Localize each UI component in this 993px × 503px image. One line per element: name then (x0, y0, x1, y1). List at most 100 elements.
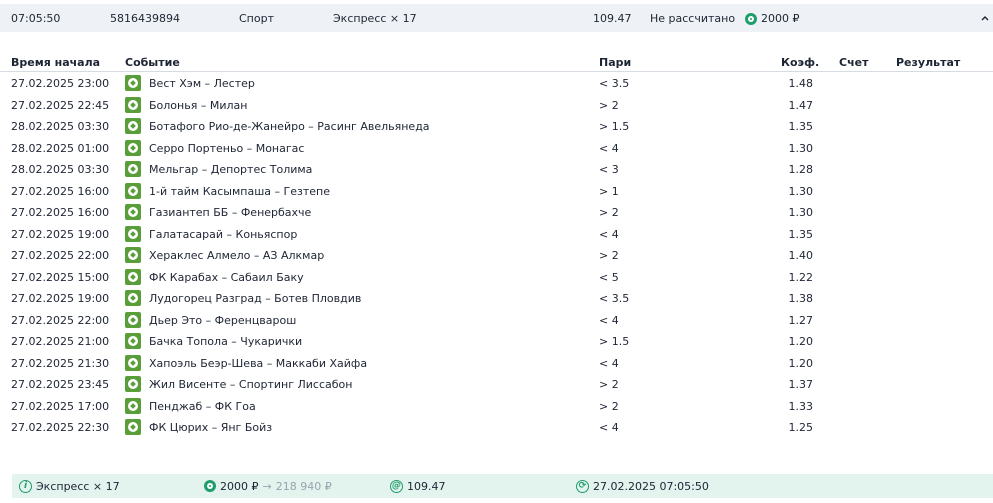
soccer-ball-icon (125, 354, 141, 371)
soccer-ball-icon (125, 161, 141, 177)
table-row: 27.02.2025 16:00 1-й тайм Касымпаша – Гез… (0, 180, 993, 202)
row-event: Пенджаб – ФК Гоа (149, 399, 256, 413)
row-time: 27.02.2025 19:00 (11, 292, 110, 305)
soccer-ball-icon (125, 204, 141, 220)
row-time: 28.02.2025 03:30 (11, 120, 110, 133)
footer-date-value: 27.02.2025 07:05:50 (593, 479, 709, 493)
row-coef: 1.38 (788, 292, 814, 305)
row-event: Бачка Топола – Чукарички (149, 335, 303, 348)
row-coef: 1.22 (788, 270, 814, 284)
row-coef: 1.28 (788, 163, 814, 176)
table-row: 27.02.2025 21:30 Хапоэль Беэр-Шева – Макк… (0, 352, 993, 374)
table-row: 28.02.2025 01:00 Серро Портеньо – Монагас… (0, 137, 993, 159)
header-bet: Пари (599, 56, 632, 69)
soccer-ball-icon (125, 182, 141, 199)
row-time: 27.02.2025 22:30 (11, 421, 110, 434)
row-event: Ботафого Рио-де-Жанейро – Расинг Авельян… (149, 120, 430, 133)
footer-coef-value: 109.47 (407, 479, 446, 493)
bet-type: Экспресс × 17 (333, 12, 417, 25)
header-coef: Коэф. (781, 56, 820, 69)
row-bet: > 1.5 (599, 120, 630, 133)
table-row: 27.02.2025 19:00 Галатасарай – Коньяспор <… (0, 223, 993, 245)
soccer-ball-icon (125, 118, 141, 134)
row-bet: > 2 (599, 98, 619, 112)
row-time: 27.02.2025 22:00 (11, 249, 110, 262)
row-event: 1-й тайм Касымпаша – Гезтепе (149, 184, 330, 198)
row-event: Хераклес Алмело – АЗ Алкмар (149, 249, 325, 262)
header-event: Событие (125, 56, 180, 69)
row-bet: > 2 (599, 378, 619, 391)
table-row: 28.02.2025 03:30 Мельгар – Депортес Толим… (0, 158, 993, 180)
row-bet: < 4 (599, 421, 619, 434)
row-time: 27.02.2025 22:00 (11, 313, 110, 327)
table-row: 27.02.2025 21:00 Бачка Топола – Чукарички… (0, 330, 993, 352)
row-coef: 1.48 (788, 77, 814, 90)
soccer-ball-icon (125, 96, 141, 113)
row-coef: 1.40 (788, 249, 814, 262)
row-coef: 1.20 (788, 335, 814, 348)
row-time: 27.02.2025 22:45 (11, 98, 110, 112)
header-score: Счет (839, 56, 869, 69)
row-event: Галатасарай – Коньяспор (149, 227, 298, 241)
row-bet: < 4 (599, 356, 619, 370)
bet-summary-bar[interactable]: 07:05:50 5816439894 Спорт Экспресс × 17 … (0, 4, 993, 32)
row-coef: 1.20 (788, 356, 814, 370)
table-row: 27.02.2025 22:30 ФК Цюрих – Янг Бойз < 4 1.… (0, 416, 993, 438)
table-row: 27.02.2025 23:45 Жил Висенте – Спортинг Л… (0, 373, 993, 395)
row-time: 28.02.2025 03:30 (11, 163, 110, 176)
row-time: 27.02.2025 16:00 (11, 206, 110, 219)
table-row: 27.02.2025 19:00 Лудогорец Разград – Боте… (0, 287, 993, 309)
footer-type-label: Экспресс × 17 (36, 479, 120, 493)
table-row: 28.02.2025 03:30 Ботафого Рио-де-Жанейро … (0, 115, 993, 137)
bet-status: Не рассчитано (650, 12, 736, 25)
row-event: Серро Портеньо – Монагас (149, 141, 305, 155)
arrow-right-icon: → (262, 479, 272, 493)
table-row: 27.02.2025 23:00 Вест Хэм – Лестер < 3.5 1.… (0, 72, 993, 94)
soccer-ball-icon (125, 311, 141, 328)
bet-stake: 2000 ₽ (745, 12, 800, 25)
coin-icon (204, 480, 216, 492)
row-event: ФК Цюрих – Янг Бойз (149, 421, 273, 434)
soccer-ball-icon (125, 333, 141, 349)
footer-coef: @ 109.47 (390, 474, 446, 498)
row-event: Мельгар – Депортес Толима (149, 163, 313, 176)
soccer-ball-icon (125, 268, 141, 285)
row-time: 28.02.2025 01:00 (11, 141, 110, 155)
chevron-up-icon[interactable] (980, 9, 990, 27)
soccer-ball-icon (125, 139, 141, 156)
row-time: 27.02.2025 21:00 (11, 335, 110, 348)
row-bet: < 3.5 (599, 77, 630, 90)
row-time: 27.02.2025 23:45 (11, 378, 110, 391)
table-row: 27.02.2025 22:00 Дьер Это – Ференцварош < … (0, 309, 993, 331)
bet-sport: Спорт (239, 12, 274, 25)
at-icon: @ (390, 479, 403, 493)
table-row: 27.02.2025 16:00 Газиантеп ББ – Фенербахч… (0, 201, 993, 223)
row-event: Болонья – Милан (149, 98, 248, 112)
table-row: 27.02.2025 17:00 Пенджаб – ФК Гоа > 2 1.33 (0, 395, 993, 417)
soccer-ball-icon (125, 247, 141, 263)
row-coef: 1.30 (788, 141, 814, 155)
row-coef: 1.30 (788, 184, 814, 198)
footer-stake: 2000 ₽ → 218 940 ₽ (204, 474, 332, 498)
row-time: 27.02.2025 17:00 (11, 399, 110, 413)
info-icon: i (19, 479, 32, 493)
row-bet: < 3.5 (599, 292, 630, 305)
row-bet: > 2 (599, 249, 619, 262)
row-coef: 1.30 (788, 206, 814, 219)
soccer-ball-icon (125, 75, 141, 91)
row-event: Дьер Это – Ференцварош (149, 313, 297, 327)
row-bet: < 4 (599, 141, 619, 155)
coin-icon (745, 12, 757, 25)
soccer-ball-icon (125, 397, 141, 414)
bet-footer: i Экспресс × 17 2000 ₽ → 218 940 ₽ @ 109… (12, 474, 993, 498)
bet-stake-value: 2000 ₽ (761, 12, 800, 25)
row-time: 27.02.2025 19:00 (11, 227, 110, 241)
row-event: ФК Карабах – Сабаил Баку (149, 270, 304, 284)
footer-stake-value: 2000 ₽ (220, 479, 259, 493)
clock-icon: ⟳ (576, 479, 589, 493)
table-row: 27.02.2025 15:00 ФК Карабах – Сабаил Баку… (0, 266, 993, 288)
row-coef: 1.37 (788, 378, 814, 391)
bet-id: 5816439894 (110, 12, 180, 25)
row-event: Газиантеп ББ – Фенербахче (149, 206, 312, 219)
row-event: Жил Висенте – Спортинг Лиссабон (149, 378, 353, 391)
